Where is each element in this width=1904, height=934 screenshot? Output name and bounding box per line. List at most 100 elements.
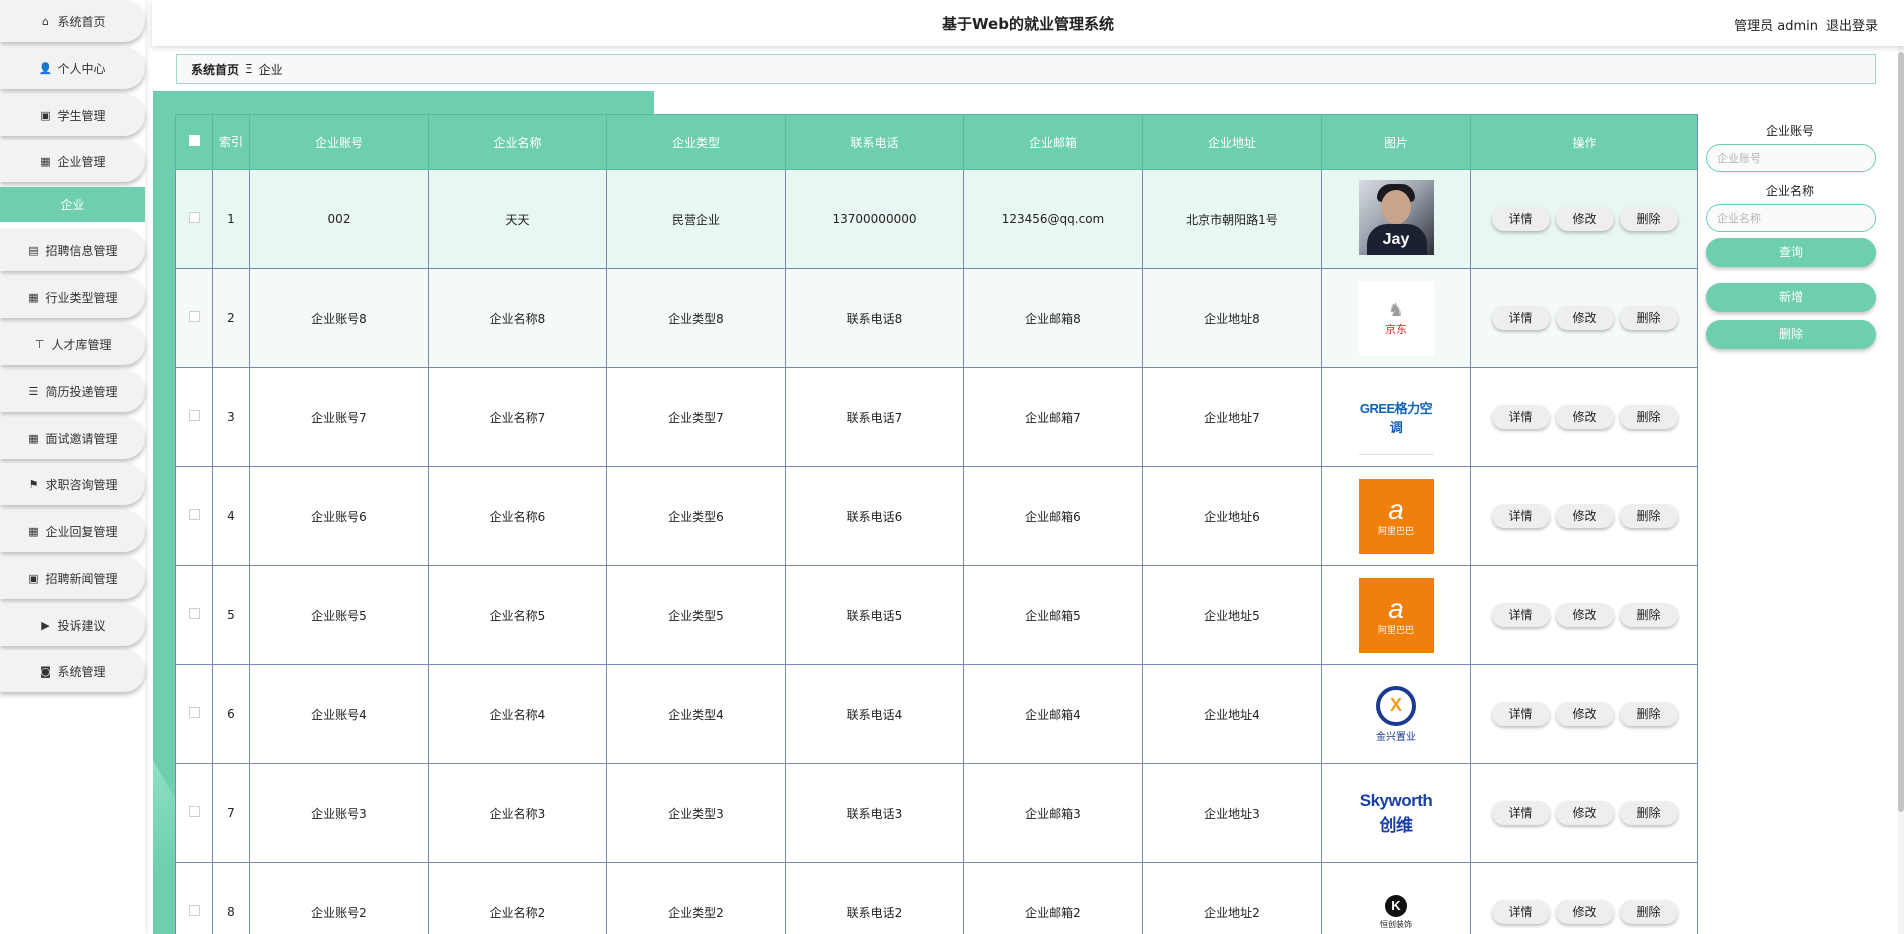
logo-text: GREE格力空调: [1359, 400, 1433, 435]
logout-link[interactable]: 退出登录: [1826, 15, 1878, 34]
name-cell: 企业名称5: [428, 565, 607, 665]
delete-button[interactable]: 删除: [1619, 801, 1678, 825]
select-cell: [175, 268, 213, 368]
table-row[interactable]: 4 企业账号6 企业名称6 企业类型6 联系电话6 企业邮箱6 企业地址6 a 阿里巴巴 详情 修改…: [175, 466, 1697, 566]
decorative-green-strip: [153, 91, 654, 114]
detail-button[interactable]: 详情: [1491, 702, 1550, 726]
email-cell: 企业邮箱5: [963, 565, 1143, 665]
table-row[interactable]: 2 企业账号8 企业名称8 企业类型8 联系电话8 企业邮箱8 企业地址8 ♞ 京东 详情 修改 删除: [175, 268, 1697, 368]
sidebar-item-label: 面试邀请管理: [45, 431, 118, 446]
detail-button[interactable]: 详情: [1491, 405, 1550, 429]
account-cell: 企业账号7: [249, 367, 429, 467]
enterprise-table: 索引 企业账号 企业名称 企业类型 联系电话 企业邮箱 企业地址 图片 操作 1…: [175, 114, 1697, 934]
address-cell: 企业地址2: [1142, 862, 1322, 934]
phone-cell: 联系电话3: [785, 763, 964, 863]
name-cell: 企业名称4: [428, 664, 607, 764]
sidebar-item-6[interactable]: ▦ 行业类型管理: [0, 276, 145, 318]
actions-cell: 详情 修改 删除: [1470, 268, 1697, 368]
logo-text: 阿里巴巴: [1377, 525, 1414, 536]
address-cell: 企业地址3: [1142, 763, 1322, 863]
page-scrollbar-thumb[interactable]: [1898, 52, 1904, 812]
delete-button[interactable]: 删除: [1619, 405, 1678, 429]
table-row[interactable]: 5 企业账号5 企业名称5 企业类型5 联系电话5 企业邮箱5 企业地址5 a 阿里巴巴 详情 修改…: [175, 565, 1697, 665]
row-checkbox[interactable]: [188, 608, 200, 619]
row-checkbox[interactable]: [188, 212, 200, 223]
edit-button[interactable]: 修改: [1555, 405, 1614, 429]
breadcrumb-home[interactable]: 系统首页: [191, 61, 239, 78]
row-checkbox[interactable]: [188, 410, 200, 421]
add-button[interactable]: 新增: [1706, 283, 1876, 312]
column-header-account: 企业账号: [249, 114, 429, 170]
row-checkbox[interactable]: [188, 509, 200, 520]
sidebar-item-label: 企业回复管理: [45, 524, 118, 539]
sidebar-item-11[interactable]: ▦ 企业回复管理: [0, 510, 145, 552]
row-checkbox[interactable]: [188, 707, 200, 718]
table-row[interactable]: 3 企业账号7 企业名称7 企业类型7 联系电话7 企业邮箱7 企业地址7 GREE格力空调 详…: [175, 367, 1697, 467]
edit-button[interactable]: 修改: [1555, 801, 1614, 825]
delete-button[interactable]: 删除: [1619, 306, 1678, 330]
sidebar-item-12[interactable]: ▣ 招聘新闻管理: [0, 557, 145, 599]
delete-button[interactable]: 删除: [1619, 603, 1678, 627]
column-header-phone: 联系电话: [785, 114, 964, 170]
select-cell: [175, 664, 213, 764]
photo-face: [1380, 190, 1411, 224]
search-button[interactable]: 查询: [1706, 238, 1876, 267]
sidebar-item-5[interactable]: ▤ 招聘信息管理: [0, 229, 145, 271]
sidebar-item-1[interactable]: 👤 个人中心: [0, 47, 145, 89]
batch-delete-button[interactable]: 删除: [1706, 320, 1876, 349]
sidebar-item-0[interactable]: ⌂ 系统首页: [0, 0, 145, 42]
detail-button[interactable]: 详情: [1491, 801, 1550, 825]
sidebar-item-10[interactable]: ⚑ 求职咨询管理: [0, 463, 145, 505]
edit-button[interactable]: 修改: [1555, 900, 1614, 924]
detail-button[interactable]: 详情: [1491, 504, 1550, 528]
detail-button[interactable]: 详情: [1491, 207, 1550, 231]
grid-icon: ▦: [40, 154, 51, 168]
sidebar-item-2[interactable]: ▣ 学生管理: [0, 94, 145, 136]
account-search-input[interactable]: [1706, 144, 1876, 172]
index-cell: 1: [212, 169, 250, 269]
delete-button[interactable]: 删除: [1619, 702, 1678, 726]
edit-button[interactable]: 修改: [1555, 207, 1614, 231]
type-cell: 企业类型2: [606, 862, 786, 934]
table-row[interactable]: 6 企业账号4 企业名称4 企业类型4 联系电话4 企业邮箱4 企业地址4 X 金兴置业 详情 修改…: [175, 664, 1697, 764]
sidebar-item-label: 系统管理: [57, 664, 106, 679]
account-search-label: 企业账号: [1765, 124, 1814, 138]
detail-button[interactable]: 详情: [1491, 603, 1550, 627]
edit-button[interactable]: 修改: [1555, 603, 1614, 627]
sidebar-item-8[interactable]: ☰ 简历投递管理: [0, 370, 145, 412]
sidebar-item-13[interactable]: ▶ 投诉建议: [0, 604, 145, 646]
row-checkbox[interactable]: [188, 905, 200, 916]
delete-button[interactable]: 删除: [1619, 900, 1678, 924]
name-cell: 企业名称7: [428, 367, 607, 467]
table-row[interactable]: 7 企业账号3 企业名称3 企业类型3 联系电话3 企业邮箱3 企业地址3 Skyworth …: [175, 763, 1697, 863]
edit-button[interactable]: 修改: [1555, 702, 1614, 726]
sidebar-item-14[interactable]: ◙ 系统管理: [0, 650, 145, 692]
table-row[interactable]: 8 企业账号2 企业名称2 企业类型2 联系电话2 企业邮箱2 企业地址2 K 恒创装饰 详情 修改…: [175, 862, 1697, 934]
delete-button[interactable]: 删除: [1619, 504, 1678, 528]
account-cell: 企业账号6: [249, 466, 429, 566]
row-checkbox[interactable]: [188, 806, 200, 817]
sidebar-item-label: 投诉建议: [57, 618, 106, 633]
table-row[interactable]: 1 002 天天 民营企业 13700000000 123456@qq.com 北京市朝阳路…: [175, 169, 1697, 269]
select-all-checkbox[interactable]: [188, 135, 200, 146]
index-cell: 7: [212, 763, 250, 863]
company-image: a 阿里巴巴: [1358, 478, 1434, 554]
image-cell: K 恒创装饰: [1321, 862, 1471, 934]
name-search-input[interactable]: [1706, 204, 1876, 232]
sidebar-item-9[interactable]: ▦ 面试邀请管理: [0, 417, 145, 459]
database-icon: ◙: [40, 664, 51, 678]
sidebar-item-7[interactable]: ⊤ 人才库管理: [0, 323, 145, 365]
row-checkbox[interactable]: [188, 311, 200, 322]
actions-cell: 详情 修改 删除: [1470, 466, 1697, 566]
sidebar-item-4[interactable]: 企业: [0, 187, 145, 222]
edit-button[interactable]: 修改: [1555, 306, 1614, 330]
image-cell: ♞ 京东: [1321, 268, 1471, 368]
detail-button[interactable]: 详情: [1491, 900, 1550, 924]
sidebar-item-3[interactable]: ▦ 企业管理: [0, 140, 145, 182]
admin-user-label: 管理员 admin: [1734, 19, 1818, 34]
edit-button[interactable]: 修改: [1555, 504, 1614, 528]
delete-button[interactable]: 删除: [1619, 207, 1678, 231]
name-cell: 企业名称8: [428, 268, 607, 368]
name-cell: 企业名称6: [428, 466, 607, 566]
detail-button[interactable]: 详情: [1491, 306, 1550, 330]
